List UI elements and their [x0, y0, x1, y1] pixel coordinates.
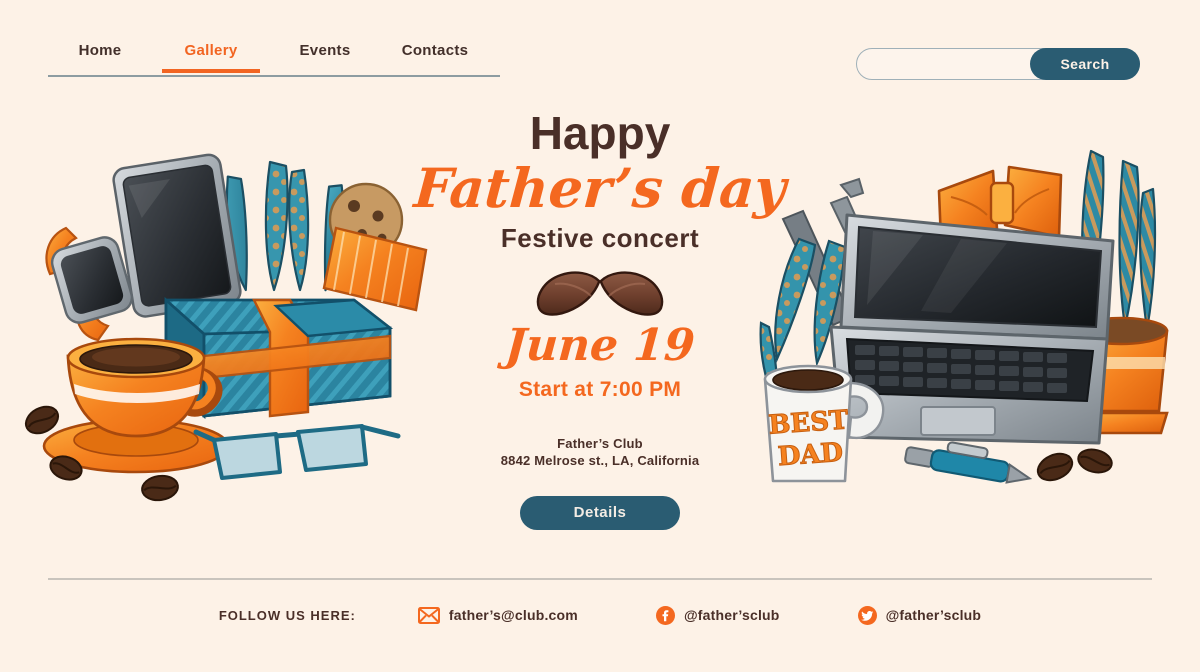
hero-time: Start at 7:00 PM [518, 377, 682, 401]
nav-label-events: Events [299, 42, 351, 59]
nav-item-gallery[interactable]: Gallery [152, 42, 270, 73]
venue-address: 8842 Melrose st., LA, California [500, 452, 700, 468]
envelope-icon [417, 606, 440, 624]
ballpoint-pen [904, 441, 1033, 484]
search-button-label: Search [1060, 56, 1110, 72]
venue-name: Father’s Club [557, 435, 643, 451]
svg-text:DAD: DAD [777, 438, 844, 472]
twitter-text: @father’sclub [885, 607, 982, 623]
nav-label-contacts: Contacts [401, 42, 469, 59]
nav-label-gallery: Gallery [184, 42, 238, 59]
hero-title: Father’s day [412, 156, 789, 220]
smartwatch [45, 226, 134, 342]
twitter-icon [857, 605, 877, 625]
search-button[interactable]: Search [1030, 48, 1140, 80]
left-illustration [18, 150, 438, 510]
landing-page: Home Gallery Events Contacts Search Happ… [0, 0, 1200, 672]
hero-greeting: Happy [529, 107, 671, 159]
details-button[interactable]: Details [520, 495, 680, 530]
social-link-email[interactable]: father’s@club.com [417, 606, 578, 624]
eyeglasses [193, 424, 401, 480]
site-header: Home Gallery Events Contacts Search [0, 0, 1200, 95]
social-link-facebook[interactable]: @father’sclub [655, 605, 780, 625]
hero-date: June 19 [503, 319, 697, 371]
coffee-cup [42, 337, 230, 474]
email-text: father’s@club.com [448, 607, 578, 623]
right-illustration: BEST DAD [755, 145, 1175, 515]
facebook-text: @father’sclub [683, 607, 780, 623]
hero-subtitle: Festive concert [500, 222, 700, 253]
hero-section: Happy Father’s day Festive concert June … [400, 110, 800, 530]
nav-item-home[interactable]: Home [48, 42, 152, 73]
coffee-beans-right [1036, 448, 1113, 482]
footer-divider [48, 578, 1152, 580]
nav-item-events[interactable]: Events [270, 42, 380, 73]
social-link-twitter[interactable]: @father’sclub [857, 605, 982, 625]
search-bar: Search [856, 48, 1140, 80]
site-footer: FOLLOW US HERE: father’s@club.com @fathe… [0, 598, 1200, 632]
main-navigation: Home Gallery Events Contacts [48, 42, 490, 73]
nav-item-contacts[interactable]: Contacts [380, 42, 490, 73]
facebook-icon [655, 605, 675, 625]
follow-us-label: FOLLOW US HERE: [218, 607, 356, 623]
details-button-label: Details [573, 504, 627, 522]
navigation-divider [48, 75, 500, 77]
nav-label-home: Home [78, 42, 122, 59]
svg-text:BEST: BEST [768, 405, 850, 441]
mustache-icon [536, 271, 664, 316]
